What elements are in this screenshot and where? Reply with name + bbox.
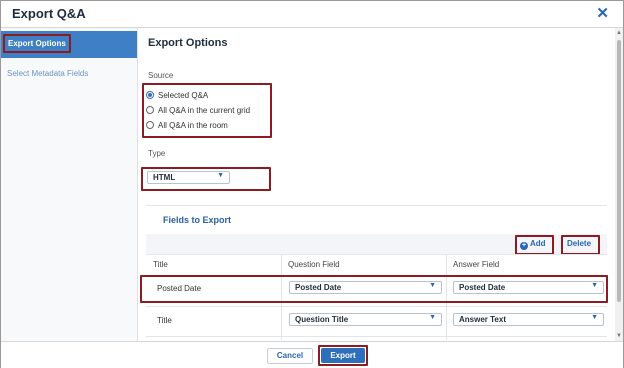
caret-down-icon: ▼ (429, 314, 436, 321)
sidebar: Export Options Select Metadata Fields (1, 28, 138, 367)
answer-field-select[interactable]: Posted Date ▼ (453, 281, 604, 294)
question-field-select[interactable]: Posted Date ▼ (289, 281, 442, 294)
radio-label: Selected Q&A (158, 90, 209, 100)
cancel-button[interactable]: Cancel (267, 348, 313, 364)
scroll-down-icon[interactable]: ▼ (616, 333, 622, 339)
radio-current-grid[interactable]: All Q&A in the current grid (146, 103, 250, 117)
radio-unselected-icon (146, 106, 154, 114)
column-header-answer-field: Answer Field (446, 254, 607, 276)
caret-down-icon: ▼ (591, 314, 598, 321)
row-title-cell: Title (157, 316, 172, 325)
vertical-scrollbar[interactable]: ▲ ▼ (615, 28, 623, 341)
export-highlight: Export (318, 345, 368, 366)
type-select-value: HTML (153, 173, 176, 182)
question-field-value: Posted Date (295, 283, 342, 292)
scrollbar-thumb[interactable] (617, 40, 621, 302)
radio-selected-qa[interactable]: Selected Q&A (146, 88, 208, 102)
answer-field-value: Posted Date (459, 283, 506, 292)
export-button[interactable]: Export (321, 348, 365, 363)
sidebar-item-label: Export Options (3, 34, 71, 53)
sidebar-item-export-options[interactable]: Export Options (1, 31, 137, 58)
radio-selected-icon (146, 91, 154, 99)
dialog-title: Export Q&A (12, 6, 86, 21)
row-title-cell: Posted Date (157, 284, 202, 293)
radio-label: All Q&A in the room (158, 120, 228, 130)
dialog-titlebar: Export Q&A ✕ (1, 1, 623, 28)
section-heading: Export Options (148, 37, 228, 49)
question-field-select[interactable]: Question Title ▼ (289, 313, 442, 326)
delete-button[interactable]: Delete (567, 239, 591, 248)
caret-down-icon: ▼ (591, 282, 598, 289)
scroll-up-icon[interactable]: ▲ (616, 30, 622, 36)
answer-field-select[interactable]: Answer Text ▼ (453, 313, 604, 326)
add-label: Add (530, 239, 546, 248)
sidebar-item-select-metadata-fields[interactable]: Select Metadata Fields (7, 69, 88, 78)
fields-to-export-title: Fields to Export (163, 215, 232, 225)
caret-down-icon: ▼ (429, 282, 436, 289)
main-content: Export Options Source Selected Q&A All Q… (138, 28, 614, 341)
caret-down-icon: ▼ (217, 172, 224, 179)
column-header-question-field: Question Field (281, 254, 446, 276)
source-label: Source (148, 71, 174, 80)
type-select[interactable]: HTML ▼ (147, 171, 230, 184)
question-field-value: Question Title (295, 315, 349, 324)
radio-in-room[interactable]: All Q&A in the room (146, 118, 228, 132)
dialog-footer: Cancel Export (1, 341, 623, 368)
type-label: Type (148, 149, 166, 158)
divider (146, 205, 607, 206)
close-icon[interactable]: ✕ (596, 4, 609, 22)
radio-label: All Q&A in the current grid (158, 105, 251, 115)
column-header-title: Title (146, 254, 281, 276)
export-dialog: Export Q&A ✕ Export Options Select Metad… (0, 0, 624, 368)
radio-unselected-icon (146, 121, 154, 129)
add-button[interactable]: + Add (520, 239, 546, 250)
plus-circle-icon: + (520, 242, 528, 250)
answer-field-value: Answer Text (459, 315, 506, 324)
